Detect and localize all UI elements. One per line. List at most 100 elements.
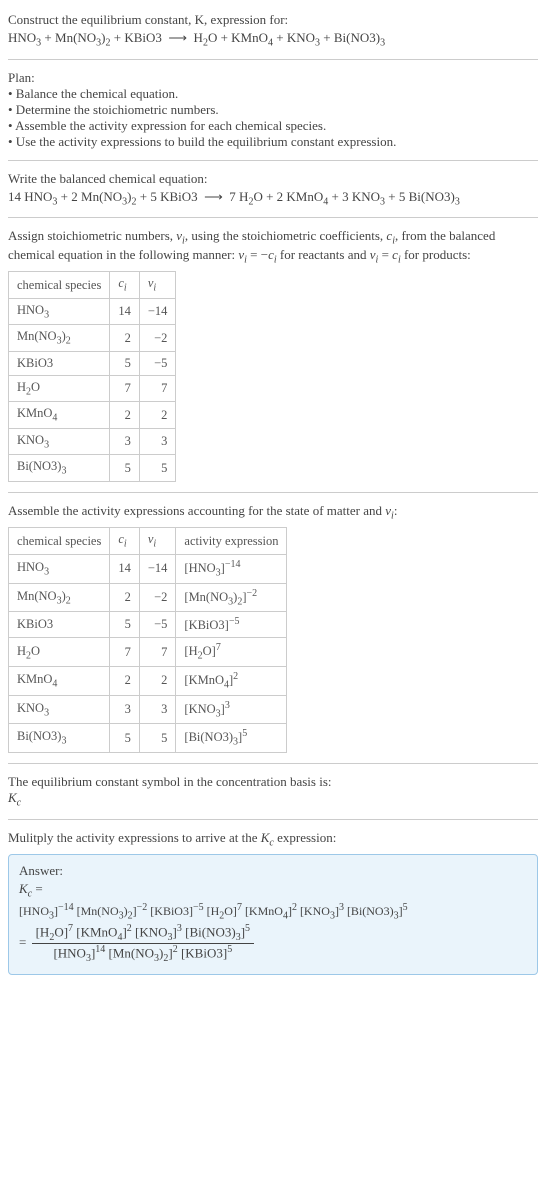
ci-cell: 5 bbox=[110, 612, 140, 638]
plan-item: • Balance the chemical equation. bbox=[8, 86, 538, 102]
divider bbox=[8, 763, 538, 764]
frac-denominator: [HNO3]14 [Mn(NO3)2]2 [KBiO3]5 bbox=[32, 944, 254, 964]
ci-cell: 2 bbox=[110, 402, 140, 429]
species-cell: KNO3 bbox=[9, 428, 110, 455]
activity-cell: [KMnO4]2 bbox=[176, 667, 287, 696]
table-row: Bi(NO3)355[Bi(NO3)3]5 bbox=[9, 724, 287, 753]
title-line: Construct the equilibrium constant, K, e… bbox=[8, 12, 538, 28]
activity-cell: [Mn(NO3)2]−2 bbox=[176, 583, 287, 612]
species-cell: Mn(NO3)2 bbox=[9, 583, 110, 612]
species-cell: KMnO4 bbox=[9, 667, 110, 696]
vi-cell: −14 bbox=[139, 554, 176, 583]
activity-header: Assemble the activity expressions accoun… bbox=[8, 503, 538, 522]
table-header: ci bbox=[110, 272, 140, 299]
vi-cell: −14 bbox=[139, 298, 176, 325]
activity-table: chemical species ci νi activity expressi… bbox=[8, 527, 287, 753]
table-header: νi bbox=[139, 272, 176, 299]
answer-label: Answer: bbox=[19, 863, 527, 879]
plan-section: Plan: • Balance the chemical equation. •… bbox=[8, 70, 538, 150]
vi-cell: 7 bbox=[139, 638, 176, 667]
activity-cell: [H2O]7 bbox=[176, 638, 287, 667]
table-row: KNO333[KNO3]3 bbox=[9, 695, 287, 724]
species-cell: H2O bbox=[9, 375, 110, 402]
balanced-equation: 14 HNO3 + 2 Mn(NO3)2 + 5 KBiO3 ⟶ 7 H2O +… bbox=[8, 189, 538, 208]
species-cell: HNO3 bbox=[9, 298, 110, 325]
kc-lhs: Kc = bbox=[19, 881, 527, 900]
plan-item: • Use the activity expressions to build … bbox=[8, 134, 538, 150]
divider bbox=[8, 59, 538, 60]
plan-item: • Determine the stoichiometric numbers. bbox=[8, 102, 538, 118]
frac-numerator: [H2O]7 [KMnO4]2 [KNO3]3 [Bi(NO3)3]5 bbox=[32, 923, 254, 944]
activity-cell: [KNO3]3 bbox=[176, 695, 287, 724]
species-cell: HNO3 bbox=[9, 554, 110, 583]
activity-cell: [HNO3]−14 bbox=[176, 554, 287, 583]
stoich-table: chemical species ci νi HNO314−14 Mn(NO3)… bbox=[8, 271, 176, 482]
activity-cell: [Bi(NO3)3]5 bbox=[176, 724, 287, 753]
table-row: HNO314−14[HNO3]−14 bbox=[9, 554, 287, 583]
kc-symbol: Kc bbox=[8, 790, 538, 809]
species-cell: Mn(NO3)2 bbox=[9, 325, 110, 352]
vi-cell: 5 bbox=[139, 724, 176, 753]
table-row: Mn(NO3)22−2 bbox=[9, 325, 176, 352]
stoich-header: Assign stoichiometric numbers, νi, using… bbox=[8, 228, 538, 265]
divider bbox=[8, 819, 538, 820]
vi-cell: −2 bbox=[139, 325, 176, 352]
kc-fraction: = [H2O]7 [KMnO4]2 [KNO3]3 [Bi(NO3)3]5 [H… bbox=[19, 923, 527, 964]
table-header: activity expression bbox=[176, 528, 287, 555]
divider bbox=[8, 217, 538, 218]
species-cell: KBiO3 bbox=[9, 351, 110, 375]
table-row: KBiO35−5 bbox=[9, 351, 176, 375]
vi-cell: 7 bbox=[139, 375, 176, 402]
table-header: chemical species bbox=[9, 528, 110, 555]
plan-header: Plan: bbox=[8, 70, 538, 86]
vi-cell: 3 bbox=[139, 428, 176, 455]
species-cell: H2O bbox=[9, 638, 110, 667]
table-row: H2O77 bbox=[9, 375, 176, 402]
ci-cell: 2 bbox=[110, 583, 140, 612]
ci-cell: 2 bbox=[110, 325, 140, 352]
table-row: KMnO422 bbox=[9, 402, 176, 429]
kc-expanded: [HNO3]−14 [Mn(NO3)2]−2 [KBiO3]−5 [H2O]7 … bbox=[19, 902, 527, 921]
vi-cell: 2 bbox=[139, 667, 176, 696]
table-row: Mn(NO3)22−2[Mn(NO3)2]−2 bbox=[9, 583, 287, 612]
unbalanced-equation: HNO3 + Mn(NO3)2 + KBiO3 ⟶ H2O + KMnO4 + … bbox=[8, 30, 538, 49]
divider bbox=[8, 492, 538, 493]
answer-box: Answer: Kc = [HNO3]−14 [Mn(NO3)2]−2 [KBi… bbox=[8, 854, 538, 975]
table-header: chemical species bbox=[9, 272, 110, 299]
vi-cell: −5 bbox=[139, 612, 176, 638]
ci-cell: 2 bbox=[110, 667, 140, 696]
ci-cell: 3 bbox=[110, 695, 140, 724]
vi-cell: 3 bbox=[139, 695, 176, 724]
table-row: H2O77[H2O]7 bbox=[9, 638, 287, 667]
balanced-header: Write the balanced chemical equation: bbox=[8, 171, 538, 187]
table-header: ci bbox=[110, 528, 140, 555]
ci-cell: 5 bbox=[110, 724, 140, 753]
plan-item: • Assemble the activity expression for e… bbox=[8, 118, 538, 134]
species-cell: KBiO3 bbox=[9, 612, 110, 638]
table-row: Bi(NO3)355 bbox=[9, 455, 176, 482]
ci-cell: 5 bbox=[110, 351, 140, 375]
ci-cell: 14 bbox=[110, 554, 140, 583]
vi-cell: −2 bbox=[139, 583, 176, 612]
ci-cell: 7 bbox=[110, 375, 140, 402]
divider bbox=[8, 160, 538, 161]
ci-cell: 3 bbox=[110, 428, 140, 455]
vi-cell: −5 bbox=[139, 351, 176, 375]
species-cell: KNO3 bbox=[9, 695, 110, 724]
vi-cell: 2 bbox=[139, 402, 176, 429]
ci-cell: 5 bbox=[110, 455, 140, 482]
table-row: KBiO35−5[KBiO3]−5 bbox=[9, 612, 287, 638]
ci-cell: 14 bbox=[110, 298, 140, 325]
kc-symbol-header: The equilibrium constant symbol in the c… bbox=[8, 774, 538, 790]
ci-cell: 7 bbox=[110, 638, 140, 667]
table-row: KMnO422[KMnO4]2 bbox=[9, 667, 287, 696]
activity-cell: [KBiO3]−5 bbox=[176, 612, 287, 638]
multiply-header: Mulitply the activity expressions to arr… bbox=[8, 830, 538, 849]
species-cell: Bi(NO3)3 bbox=[9, 724, 110, 753]
vi-cell: 5 bbox=[139, 455, 176, 482]
species-cell: KMnO4 bbox=[9, 402, 110, 429]
species-cell: Bi(NO3)3 bbox=[9, 455, 110, 482]
title-text: Construct the equilibrium constant, K, e… bbox=[8, 12, 288, 27]
table-row: HNO314−14 bbox=[9, 298, 176, 325]
table-header: νi bbox=[139, 528, 176, 555]
